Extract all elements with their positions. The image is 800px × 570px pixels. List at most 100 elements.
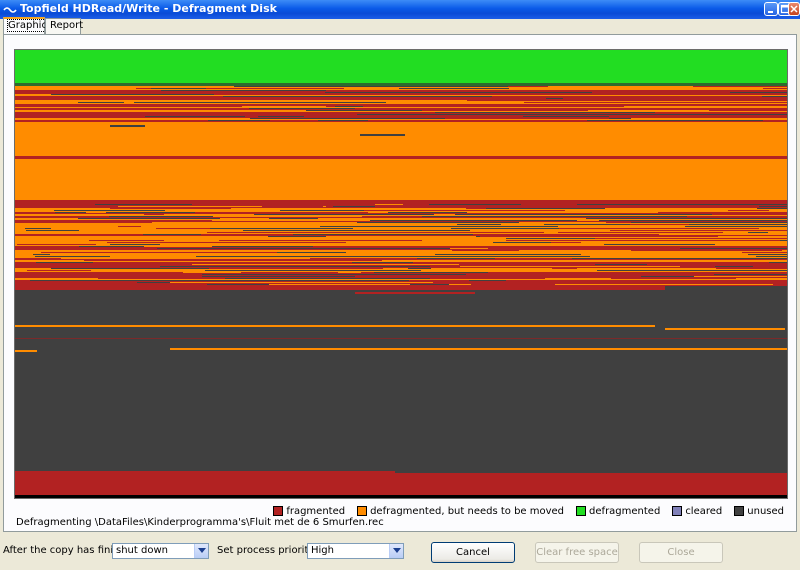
disk-block [586, 218, 726, 219]
disk-block [161, 90, 326, 91]
disk-block [716, 268, 787, 269]
disk-block [437, 90, 576, 91]
disk-block [143, 234, 201, 235]
disk-block [212, 220, 391, 221]
disk-block [769, 210, 787, 211]
disk-block [775, 284, 787, 285]
after-copy-dropdown-button[interactable] [194, 544, 208, 558]
disk-block [205, 270, 421, 271]
disk-block [210, 228, 353, 229]
legend-label-needs-move: defragmented, but needs to be moved [370, 505, 565, 517]
legend-label-cleared: cleared [685, 505, 723, 517]
priority-dropdown-button[interactable] [389, 544, 403, 558]
disk-block [568, 108, 787, 109]
tab-graphic[interactable]: Graphic [3, 17, 48, 35]
disk-block [54, 210, 165, 211]
disk-block [422, 216, 687, 217]
disk-block [138, 242, 192, 243]
disk-block [78, 102, 124, 103]
disk-block [429, 204, 521, 205]
disk-block [710, 244, 787, 245]
disk-block [398, 220, 527, 221]
disk-block [254, 214, 434, 215]
disk-block [524, 102, 787, 103]
close-window-button[interactable] [788, 2, 800, 16]
disk-block [595, 238, 787, 239]
disk-block [748, 254, 787, 255]
disk-block [230, 240, 422, 241]
status-text: Defragmenting \DataFiles\Kinderprogramma… [16, 517, 384, 528]
close-button[interactable]: Close [639, 542, 723, 563]
disk-block [110, 125, 145, 127]
disk-block [577, 204, 787, 205]
cancel-button[interactable]: Cancel [431, 542, 515, 563]
disk-block [756, 256, 787, 257]
disk-block [15, 50, 787, 83]
disk-block [258, 116, 304, 117]
disk-block [353, 94, 541, 95]
after-copy-value: shut down [116, 545, 168, 556]
disk-block [41, 252, 277, 253]
legend-swatch-unused [734, 506, 745, 516]
priority-select[interactable]: High [307, 543, 404, 559]
disk-block [715, 266, 753, 267]
close-icon [790, 5, 798, 13]
disk-block [139, 236, 183, 237]
tab-report[interactable]: Report [45, 18, 83, 34]
disk-block [78, 108, 138, 109]
disk-block [83, 214, 182, 215]
minimize-button[interactable] [764, 2, 778, 16]
disk-block [736, 278, 787, 279]
disk-block [89, 240, 164, 241]
disk-block [15, 116, 787, 118]
disk-block [249, 108, 297, 109]
disk-block [493, 206, 718, 207]
disk-block [693, 86, 787, 87]
disk-block [54, 114, 204, 115]
disk-block [775, 90, 787, 91]
disk-block [202, 276, 355, 277]
disk-block [134, 102, 386, 103]
disk-block [762, 96, 787, 97]
disk-block [243, 104, 520, 105]
disk-block [326, 236, 476, 237]
disk-block [417, 258, 495, 259]
legend-swatch-needs-move [357, 506, 368, 516]
title-bar[interactable]: Topfield HDRead/Write - Defragment Disk [0, 0, 800, 19]
disk-block [606, 282, 787, 283]
disk-block [480, 236, 718, 237]
clear-free-space-button[interactable]: Clear free space [535, 542, 619, 563]
disk-block [261, 222, 288, 223]
legend-label-defragmented: defragmented [589, 505, 661, 517]
legend-swatch-cleared [672, 506, 683, 516]
disk-block [145, 116, 245, 117]
disk-block [93, 262, 352, 263]
chevron-down-icon [198, 548, 206, 553]
disk-block [360, 134, 405, 136]
disk-block [338, 272, 361, 273]
disk-block [30, 280, 138, 281]
disk-block [156, 284, 189, 285]
disk-block [15, 106, 242, 107]
disk-block [15, 495, 787, 498]
after-copy-select[interactable]: shut down [112, 543, 209, 559]
disk-block [659, 234, 787, 235]
disk-block [523, 116, 609, 117]
disk-block [368, 212, 388, 213]
disk-block [290, 244, 414, 245]
disk-block [262, 206, 323, 207]
disk-block [333, 206, 375, 207]
disk-block [610, 230, 787, 231]
disk-block [15, 350, 37, 352]
disk-block [685, 226, 787, 227]
disk-block [123, 250, 220, 251]
disk-block [280, 248, 450, 249]
legend-swatch-fragmented [273, 506, 284, 516]
disk-block [501, 224, 544, 225]
disk-block [422, 110, 588, 111]
disk-block [325, 92, 592, 93]
legend-item-defragmented: defragmented [576, 506, 660, 517]
disk-block [240, 250, 443, 251]
disk-block [243, 230, 470, 231]
disk-block [220, 98, 546, 99]
